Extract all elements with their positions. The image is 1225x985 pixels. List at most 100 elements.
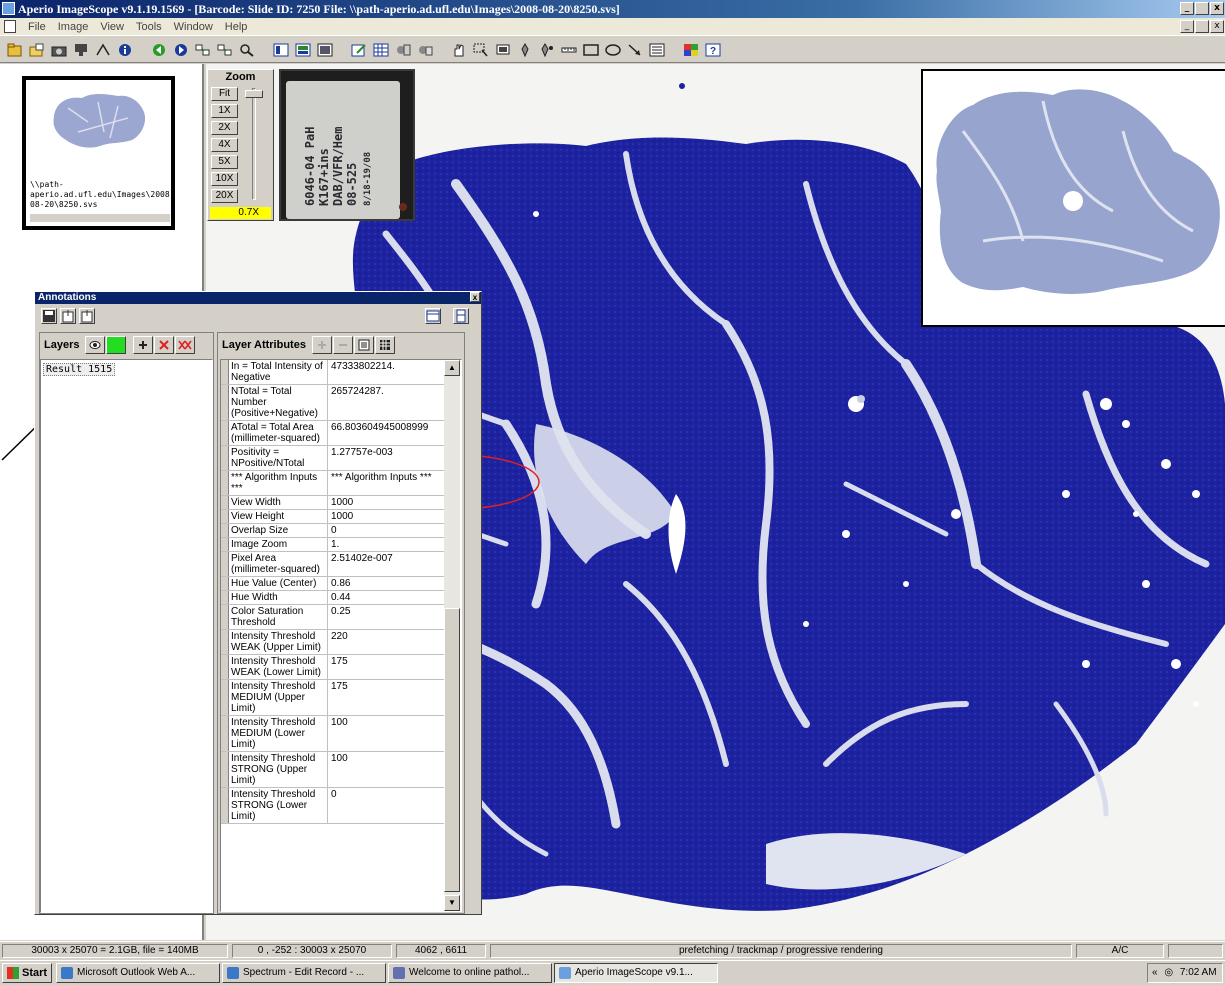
attribute-row[interactable]: Overlap Size 0 [221,524,445,538]
status-cursor: 4062 , 6611 [396,944,486,958]
attribute-details-icon[interactable] [353,336,374,354]
attribute-name: Intensity Threshold MEDIUM (Lower Limit) [221,716,328,751]
attribute-name: ATotal = Total Area (millimeter-squared) [221,421,328,445]
delete-layer-icon[interactable] [154,336,175,354]
attribute-value: 1.27757e-003 [331,447,393,458]
save-icon[interactable] [41,308,57,324]
attribute-row[interactable]: *** Algorithm Inputs *** *** Algorithm In… [221,471,445,496]
attributes-scrollbar[interactable]: ▲ ▼ [444,360,460,911]
task-outlook[interactable]: Microsoft Outlook Web A... [56,963,220,983]
layers-header: Layers [40,333,213,357]
layer-row[interactable]: Result 1515 [43,363,116,376]
import-icon[interactable] [79,308,95,324]
attribute-row[interactable]: Image Zoom 1. [221,538,445,552]
attribute-table-icon[interactable] [374,336,395,354]
layout-horizontal-icon[interactable] [425,308,441,324]
attribute-row[interactable]: Pixel Area (millimeter-squared) 2.51402e-… [221,552,445,577]
attribute-name: Intensity Threshold WEAK (Lower Limit) [221,655,328,679]
attribute-row[interactable]: View Height 1000 [221,510,445,524]
attribute-name: View Height [221,510,328,523]
task-welcome[interactable]: Welcome to online pathol... [388,963,552,983]
scroll-thumb[interactable] [444,608,460,892]
scroll-down-button[interactable]: ▼ [444,895,460,911]
attribute-row[interactable]: Intensity Threshold STRONG (Upper Limit)… [221,752,445,788]
layers-panel: Layers Result 1515 [39,332,214,914]
attribute-row[interactable]: Intensity Threshold STRONG (Lower Limit)… [221,788,445,824]
annotations-window: Annotations x Layers Result 1515 Layer A… [34,291,482,915]
attribute-name: View Width [221,496,328,509]
attribute-row[interactable]: Hue Value (Center) 0.86 [221,577,445,591]
status-image-size: 30003 x 25070 = 2.1GB, file = 140MB [2,944,228,958]
attribute-row[interactable]: Intensity Threshold WEAK (Upper Limit) 22… [221,630,445,655]
start-button[interactable]: Start [2,963,52,983]
add-attribute-icon[interactable] [311,336,332,354]
attribute-value: 0.25 [331,606,351,617]
layers-label: Layers [44,339,80,351]
delete-all-layers-icon[interactable] [175,336,196,354]
desktop: Aperio ImageScope v9.1.19.1569 - [Barcod… [0,0,1225,985]
attribute-row[interactable]: View Width 1000 [221,496,445,510]
remove-attribute-icon[interactable] [332,336,353,354]
task-spectrum[interactable]: Spectrum - Edit Record - ... [222,963,386,983]
attribute-name: Hue Width [221,591,328,604]
attribute-row[interactable]: Intensity Threshold MEDIUM (Lower Limit)… [221,716,445,752]
windows-logo-icon [7,967,19,979]
attribute-row[interactable]: Intensity Threshold WEAK (Lower Limit) 17… [221,655,445,680]
tray-volume-icon[interactable]: ◎ [1164,967,1173,978]
status-mode: A/C [1076,944,1164,958]
attribute-value: 47333802214. [331,361,395,372]
attributes-grid[interactable]: In = Total Intensity of Negative 47333802… [220,359,462,912]
attribute-value: 1. [331,539,340,550]
attribute-row[interactable]: ATotal = Total Area (millimeter-squared)… [221,421,445,446]
attribute-name: Positivity = NPositive/NTotal [221,446,328,470]
annotations-title-bar: Annotations x [35,292,481,304]
layers-list[interactable]: Result 1515 [40,359,213,913]
layer-attributes-panel: Layer Attributes In = Total Intensity of… [217,332,465,914]
attribute-row[interactable]: Positivity = NPositive/NTotal 1.27757e-00… [221,446,445,471]
attribute-name: Intensity Threshold WEAK (Upper Limit) [221,630,328,654]
layer-attributes-header: Layer Attributes [218,333,464,357]
ie-icon [227,967,239,979]
status-bar: 30003 x 25070 = 2.1GB, file = 140MB 0 , … [0,941,1225,959]
attribute-name: Image Zoom [221,538,328,551]
attribute-value: *** Algorithm Inputs *** [331,472,432,483]
status-extra [1168,944,1223,958]
attribute-value: 1000 [331,497,354,508]
attribute-name: NTotal = Total Number (Positive+Negative… [221,385,328,420]
document-icon [393,967,405,979]
attribute-value: 175 [331,656,348,667]
tray-expand-icon[interactable]: « [1152,967,1158,978]
task-spectrum-label: Spectrum - Edit Record - ... [243,967,365,978]
attribute-name: Intensity Threshold MEDIUM (Upper Limit) [221,680,328,715]
task-imagescope-label: Aperio ImageScope v9.1... [575,967,693,978]
layer-attributes-label: Layer Attributes [222,339,306,351]
attribute-value: 220 [331,631,348,642]
attribute-name: Intensity Threshold STRONG (Lower Limit) [221,788,328,823]
attribute-value: 0.44 [331,592,351,603]
attributes-table: In = Total Intensity of Negative 47333802… [221,360,445,824]
attribute-value: 0 [331,525,337,536]
attribute-value: 2.51402e-007 [331,553,393,564]
annotations-title: Annotations [38,292,97,303]
annotations-close-button[interactable]: x [470,292,480,302]
attribute-row[interactable]: Color Saturation Threshold 0.25 [221,605,445,630]
attribute-row[interactable]: Hue Width 0.44 [221,591,445,605]
scroll-up-button[interactable]: ▲ [444,360,460,376]
attribute-value: 1000 [331,511,354,522]
attribute-row[interactable]: Intensity Threshold MEDIUM (Upper Limit)… [221,680,445,716]
layout-vertical-icon[interactable] [453,308,469,324]
task-imagescope[interactable]: Aperio ImageScope v9.1... [554,963,718,983]
attribute-value: 0.86 [331,578,351,589]
taskbar: Start Microsoft Outlook Web A... Spectru… [0,960,1225,985]
layer-color-swatch[interactable] [106,336,127,354]
clock: 7:02 AM [1179,967,1217,978]
task-outlook-label: Microsoft Outlook Web A... [77,967,196,978]
add-layer-icon[interactable] [133,336,154,354]
attribute-value: 100 [331,717,348,728]
attribute-row[interactable]: In = Total Intensity of Negative 47333802… [221,360,445,385]
export-icon[interactable] [60,308,76,324]
eye-icon[interactable] [85,336,106,354]
attribute-row[interactable]: NTotal = Total Number (Positive+Negative… [221,385,445,421]
task-welcome-label: Welcome to online pathol... [409,967,530,978]
attribute-name: Color Saturation Threshold [221,605,328,629]
